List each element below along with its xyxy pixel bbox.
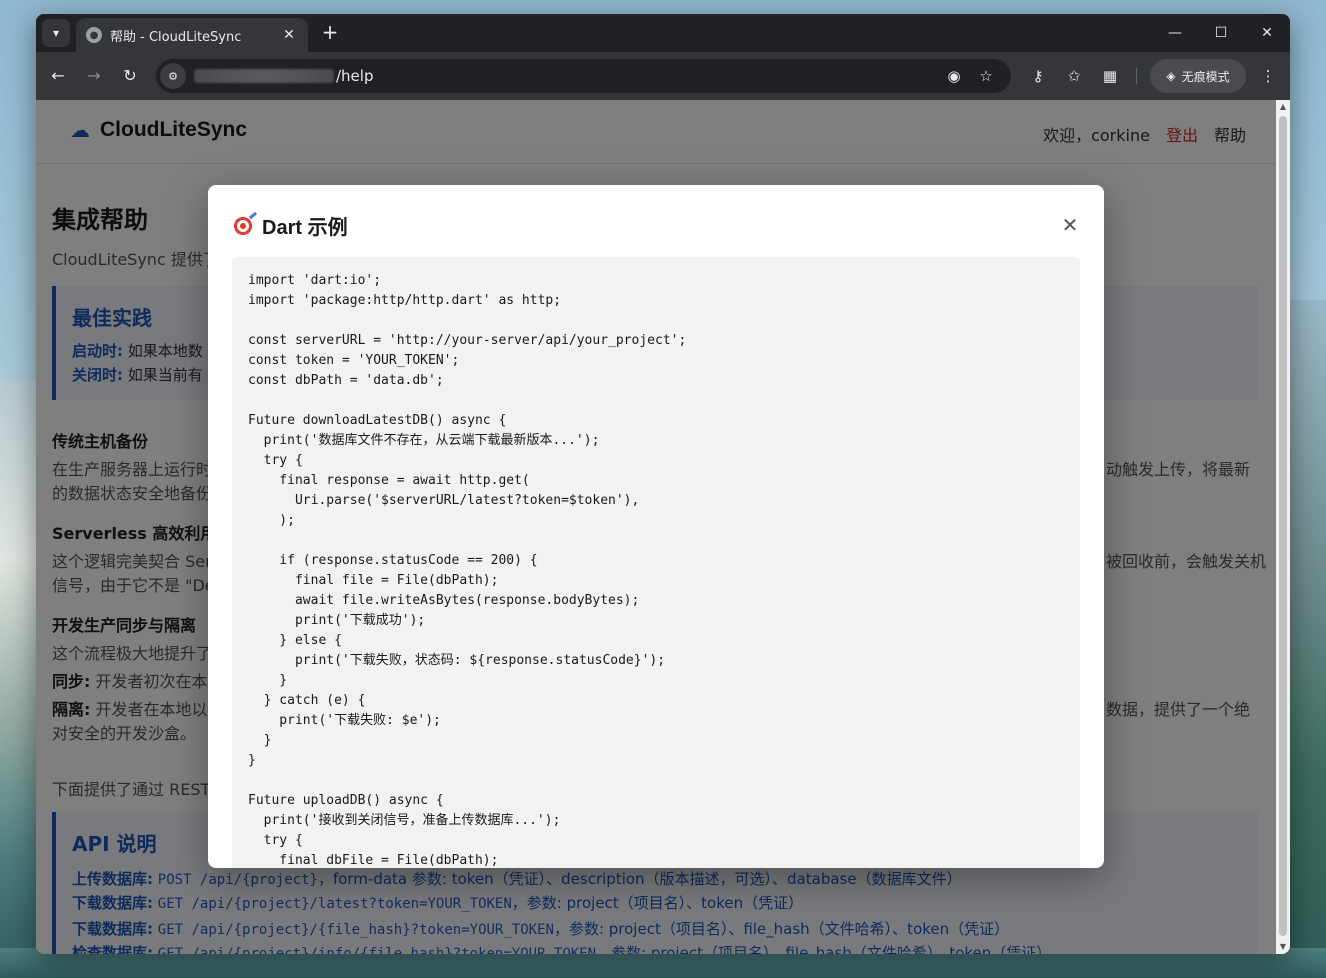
eye-icon[interactable]: ◉ (942, 64, 966, 88)
scroll-down-icon[interactable]: ▼ (1276, 940, 1290, 954)
maximize-icon: ☐ (1214, 25, 1228, 41)
tab-close-icon[interactable]: ✕ (280, 27, 298, 43)
back-button[interactable]: ← (46, 64, 70, 88)
minimize-icon: — (1168, 25, 1182, 41)
desktop-wallpaper-right (1286, 300, 1326, 978)
code-block: import 'dart:io'; import 'package:http/h… (232, 257, 1080, 868)
dart-example-modal: Dart 示例 ✕ import 'dart:io'; import 'pack… (208, 185, 1104, 868)
site-info-button[interactable]: ⚙ (160, 63, 186, 89)
modal-title: Dart 示例 (262, 217, 348, 239)
incognito-icon: ◈ (1166, 69, 1176, 83)
arrow-left-icon: ← (51, 66, 65, 85)
address-bar[interactable]: ⚙ /help ◉ ☆ (156, 59, 1011, 93)
tab-search-button[interactable]: ▾ (42, 19, 70, 47)
maximize-button[interactable]: ☐ (1198, 14, 1244, 52)
close-icon: ✕ (1061, 213, 1079, 237)
title-bar: ▾ ● 帮助 - CloudLiteSync ✕ + — ☐ ✕ (36, 14, 1290, 52)
url-host-blurred (194, 69, 334, 83)
toolbar-separator (1136, 68, 1137, 84)
dart-target-icon (232, 214, 254, 237)
dart-code: import 'dart:io'; import 'package:http/h… (248, 273, 687, 868)
page-scrollbar[interactable]: ▲ ▼ (1276, 100, 1290, 954)
favorites-icon[interactable]: ✩ (1062, 64, 1086, 88)
modal-header: Dart 示例 (232, 211, 348, 240)
browser-window: ▾ ● 帮助 - CloudLiteSync ✕ + — ☐ ✕ ← → ↻ ⚙… (36, 14, 1290, 954)
key-icon[interactable]: ⚷ (1026, 64, 1050, 88)
chevron-down-icon: ▾ (52, 26, 60, 40)
forward-button[interactable]: → (82, 64, 106, 88)
browser-toolbar: ← → ↻ ⚙ /help ◉ ☆ ⚷ ✩ ▦ ◈ 无痕模式 ⋮ (36, 52, 1290, 100)
reload-button[interactable]: ↻ (118, 64, 142, 88)
browser-tab[interactable]: ● 帮助 - CloudLiteSync ✕ (76, 18, 308, 52)
page-viewport: ☁ CloudLiteSync 欢迎，corkine 登出 帮助 集成帮助 Cl… (36, 100, 1276, 954)
desktop-wallpaper-left (0, 380, 40, 978)
arrow-right-icon: → (87, 66, 101, 85)
globe-icon: ● (86, 27, 102, 43)
more-menu-icon[interactable]: ⋮ (1256, 64, 1280, 88)
scrollbar-thumb[interactable] (1279, 116, 1287, 936)
url-path: /help (336, 67, 374, 85)
incognito-label: 无痕模式 (1181, 69, 1230, 84)
bookmark-star-icon[interactable]: ☆ (974, 64, 998, 88)
qr-code-icon[interactable]: ▦ (1098, 64, 1122, 88)
incognito-badge[interactable]: ◈ 无痕模式 (1150, 59, 1246, 93)
reload-icon: ↻ (123, 66, 137, 85)
new-tab-button[interactable]: + (318, 21, 342, 45)
scroll-up-icon[interactable]: ▲ (1276, 100, 1290, 114)
close-icon: ✕ (1261, 25, 1273, 41)
tab-title: 帮助 - CloudLiteSync (110, 29, 242, 45)
modal-close-button[interactable]: ✕ (1060, 215, 1080, 235)
minimize-button[interactable]: — (1152, 14, 1198, 52)
plus-icon: + (321, 20, 339, 44)
close-window-button[interactable]: ✕ (1244, 14, 1290, 52)
tune-icon: ⚙ (168, 69, 178, 83)
